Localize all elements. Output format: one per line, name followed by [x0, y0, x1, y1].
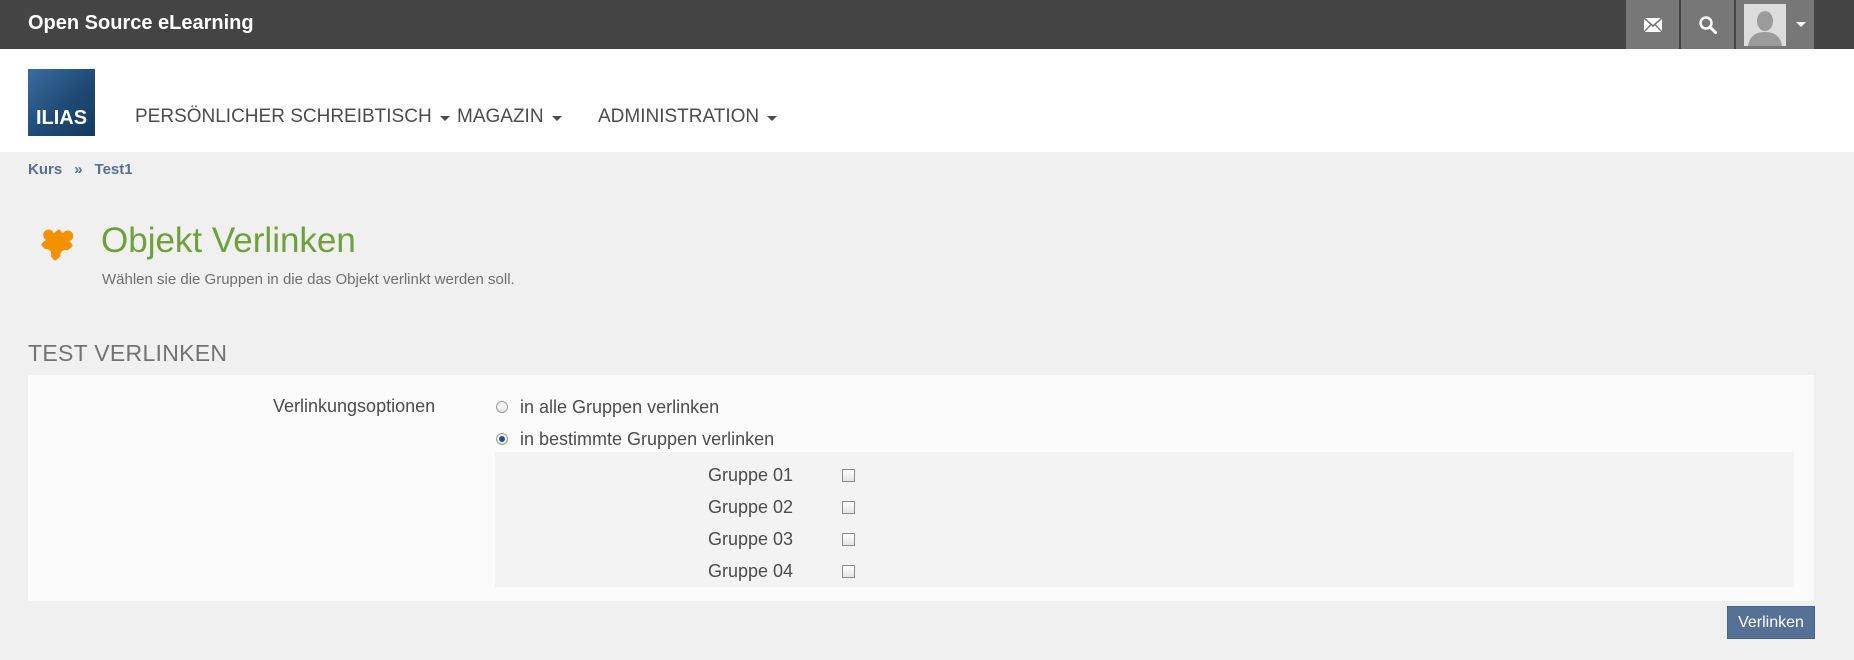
brand-title[interactable]: Open Source eLearning — [28, 0, 254, 49]
nav-persoenlicher-schreibtisch[interactable]: PERSÖNLICHER SCHREIBTISCH — [135, 106, 450, 128]
breadcrumb-separator: » — [74, 161, 83, 178]
mail-icon — [1642, 16, 1663, 32]
radio-label[interactable]: in bestimmte Gruppen verlinken — [520, 429, 774, 450]
radio-option-bestimmte-gruppen[interactable]: in bestimmte Gruppen verlinken — [496, 427, 774, 451]
nav-label: ADMINISTRATION — [598, 106, 760, 127]
chevron-down-icon — [439, 115, 450, 121]
form-title: TEST VERLINKEN — [28, 340, 228, 366]
nav-administration[interactable]: ADMINISTRATION — [598, 106, 778, 128]
avatar — [1744, 3, 1786, 46]
group-checkbox-02[interactable] — [842, 501, 855, 514]
chevron-down-icon — [1796, 22, 1806, 27]
user-menu-button[interactable] — [1736, 0, 1814, 49]
breadcrumb-item-test1[interactable]: Test1 — [95, 161, 133, 178]
group-label: Gruppe 02 — [708, 497, 794, 517]
group-label: Gruppe 03 — [708, 529, 794, 549]
main-header: ILIAS PERSÖNLICHER SCHREIBTISCH MAGAZIN … — [0, 49, 1854, 152]
radio-option-alle-gruppen[interactable]: in alle Gruppen verlinken — [496, 395, 719, 419]
search-button[interactable] — [1681, 0, 1734, 49]
verlinken-button[interactable]: Verlinken — [1727, 606, 1815, 639]
search-icon — [1698, 15, 1717, 34]
group-selection-panel — [495, 452, 1794, 587]
group-label: Gruppe 04 — [708, 561, 794, 581]
breadcrumb: Kurs » Test1 — [28, 161, 133, 178]
nav-label: MAGAZIN — [457, 106, 544, 127]
ilias-logo[interactable]: ILIAS — [28, 69, 95, 136]
breadcrumb-item-kurs[interactable]: Kurs — [28, 161, 62, 178]
group-checkbox-01[interactable] — [842, 469, 855, 482]
avatar-icon — [1744, 3, 1786, 46]
page-title: Objekt Verlinken — [101, 221, 356, 260]
field-label-verlinkungsoptionen: Verlinkungsoptionen — [273, 396, 436, 416]
logo-text: ILIAS — [35, 107, 88, 129]
top-bar: Open Source eLearning — [0, 0, 1854, 49]
radio-label[interactable]: in alle Gruppen verlinken — [520, 397, 719, 418]
nav-magazin[interactable]: MAGAZIN — [457, 106, 562, 128]
group-checkbox-04[interactable] — [842, 565, 855, 578]
nav-label: PERSÖNLICHER SCHREIBTISCH — [135, 106, 432, 127]
chevron-down-icon — [767, 115, 778, 121]
puzzle-icon — [41, 229, 74, 261]
group-checkbox-03[interactable] — [842, 533, 855, 546]
page-description: Wählen sie die Gruppen in die das Objekt… — [102, 271, 515, 288]
radio-button-selected[interactable] — [496, 433, 508, 445]
chevron-down-icon — [551, 115, 562, 121]
radio-button[interactable] — [496, 401, 508, 413]
mail-button[interactable] — [1626, 0, 1679, 49]
group-label: Gruppe 01 — [708, 465, 794, 485]
